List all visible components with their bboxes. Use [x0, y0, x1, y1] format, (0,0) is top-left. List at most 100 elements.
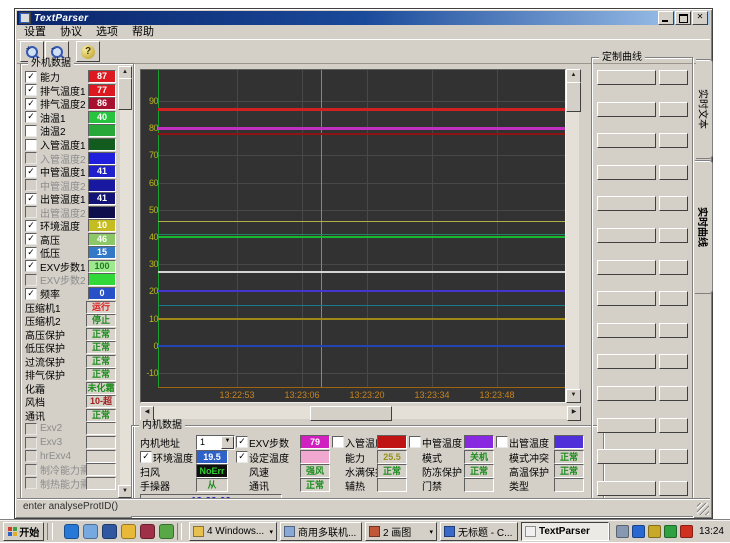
update-icon[interactable] [648, 525, 661, 538]
custom-curve-value-slot[interactable] [659, 165, 688, 180]
checkbox[interactable] [25, 477, 37, 489]
checkbox[interactable]: ✓ [25, 260, 37, 272]
custom-curve-value-slot[interactable] [659, 323, 688, 338]
time-cursor[interactable] [321, 70, 322, 387]
custom-curve-slot[interactable] [597, 228, 656, 243]
messenger-icon[interactable] [632, 525, 645, 538]
outlook-icon[interactable] [83, 524, 98, 539]
download-icon[interactable] [680, 525, 693, 538]
indoor-address-select[interactable]: 1▼ [196, 435, 235, 450]
chart-vscrollbar[interactable] [566, 69, 579, 401]
menu-item[interactable]: 协议 [53, 26, 89, 39]
checkbox[interactable] [25, 274, 37, 286]
checkbox[interactable]: ✓ [25, 166, 37, 178]
checkbox[interactable]: ✓ [25, 220, 37, 232]
chart-scroll-left-icon[interactable]: ◀ [140, 406, 154, 421]
checkbox[interactable]: ✓ [25, 98, 37, 110]
custom-curve-slot[interactable] [597, 386, 656, 401]
custom-curve-value-slot[interactable] [659, 386, 688, 401]
checkbox[interactable] [25, 139, 37, 151]
x-axis-label: 13:23:20 [343, 390, 391, 400]
checkbox[interactable]: ✓ [236, 451, 248, 463]
custom-curve-value-slot[interactable] [659, 291, 688, 306]
taskbar-button[interactable]: 无标题 - C... [440, 522, 518, 541]
custom-curve-value-slot[interactable] [659, 449, 688, 464]
checkbox[interactable] [332, 436, 344, 448]
notes-icon[interactable] [121, 524, 136, 539]
custom-curve-slot[interactable] [597, 70, 656, 85]
checkbox[interactable]: ✓ [25, 193, 37, 205]
checkbox[interactable]: ✓ [25, 84, 37, 96]
chart-scroll-right-icon[interactable]: ▶ [567, 406, 581, 421]
checkbox[interactable] [25, 437, 37, 449]
custom-curve-slot[interactable] [597, 260, 656, 275]
chevron-down-icon[interactable]: ▼ [221, 436, 234, 449]
v-gridline [432, 70, 433, 387]
menu-item[interactable]: 设置 [17, 26, 53, 39]
help-button[interactable]: ? [76, 41, 100, 62]
checkbox[interactable]: ✓ [25, 111, 37, 123]
custom-curve-slot[interactable] [597, 196, 656, 211]
resize-grip[interactable] [697, 503, 709, 515]
taskbar-button[interactable]: 商用多联机... [280, 522, 362, 541]
internet-explorer-icon[interactable] [64, 524, 79, 539]
tab-realtime-curve[interactable]: 实时曲线 [695, 160, 713, 294]
maximize-button[interactable] [675, 11, 691, 25]
custom-curve-slot[interactable] [597, 354, 656, 369]
chart-scroll-down-icon[interactable]: ▼ [566, 389, 581, 403]
custom-curve-value-slot[interactable] [659, 228, 688, 243]
chart-hscroll-thumb[interactable] [310, 406, 392, 421]
custom-curve-slot[interactable] [597, 102, 656, 117]
custom-curve-slot[interactable] [597, 481, 656, 496]
custom-curve-value-slot[interactable] [659, 418, 688, 433]
checkbox[interactable] [25, 464, 37, 476]
chart-vscroll-thumb[interactable] [566, 82, 581, 112]
menu-item[interactable]: 帮助 [125, 26, 161, 39]
sidebar-scroll-thumb[interactable] [118, 78, 132, 110]
menu-item[interactable]: 选项 [89, 26, 125, 39]
taskbar-button[interactable]: TextParser [521, 522, 609, 541]
checkbox[interactable]: ✓ [25, 71, 37, 83]
checkbox[interactable]: ✓ [25, 233, 37, 245]
checkbox[interactable]: ✓ [25, 288, 37, 300]
folder-icon[interactable] [159, 524, 174, 539]
custom-curve-value-slot[interactable] [659, 70, 688, 85]
taskbar-button[interactable]: 4 Windows...▾ [189, 522, 277, 541]
custom-curve-value-slot[interactable] [659, 196, 688, 211]
custom-curve-slot[interactable] [597, 418, 656, 433]
custom-curve-slot[interactable] [597, 323, 656, 338]
start-button[interactable]: 开始 [3, 522, 44, 541]
custom-curve-slot[interactable] [597, 133, 656, 148]
checkbox[interactable] [25, 152, 37, 164]
chart-scroll-up-icon[interactable]: ▲ [566, 69, 581, 83]
printer-icon[interactable] [616, 525, 629, 538]
chart-plot[interactable]: 9080706050403020100-1013:22:5313:23:0613… [140, 69, 566, 403]
custom-curve-slot[interactable] [597, 291, 656, 306]
checkbox[interactable] [25, 125, 37, 137]
title-bar[interactable]: TextParser ✕ [17, 11, 710, 25]
custom-curve-value-slot[interactable] [659, 133, 688, 148]
custom-curve-value-slot[interactable] [659, 260, 688, 275]
checkbox[interactable] [25, 206, 37, 218]
custom-curve-value-slot[interactable] [659, 481, 688, 496]
show-desktop-icon[interactable] [102, 524, 117, 539]
taskbar-button[interactable]: 2 画图▾ [365, 522, 437, 541]
custom-curve-slot[interactable] [597, 165, 656, 180]
minimize-button[interactable] [658, 11, 674, 25]
checkbox[interactable] [25, 179, 37, 191]
checkbox[interactable] [409, 436, 421, 448]
close-button[interactable]: ✕ [692, 11, 708, 25]
checkbox[interactable] [496, 436, 508, 448]
security-icon[interactable] [140, 524, 155, 539]
scroll-down-icon[interactable]: ▼ [118, 485, 132, 498]
antivirus-icon[interactable] [664, 525, 677, 538]
custom-curve-value-slot[interactable] [659, 354, 688, 369]
checkbox[interactable]: ✓ [25, 247, 37, 259]
tab-realtime-text[interactable]: 实时文本 [696, 59, 713, 159]
custom-curve-slot[interactable] [597, 449, 656, 464]
checkbox[interactable]: ✓ [140, 451, 152, 463]
checkbox[interactable] [25, 423, 37, 435]
checkbox[interactable] [25, 450, 37, 462]
custom-curve-value-slot[interactable] [659, 102, 688, 117]
checkbox[interactable]: ✓ [236, 436, 248, 448]
